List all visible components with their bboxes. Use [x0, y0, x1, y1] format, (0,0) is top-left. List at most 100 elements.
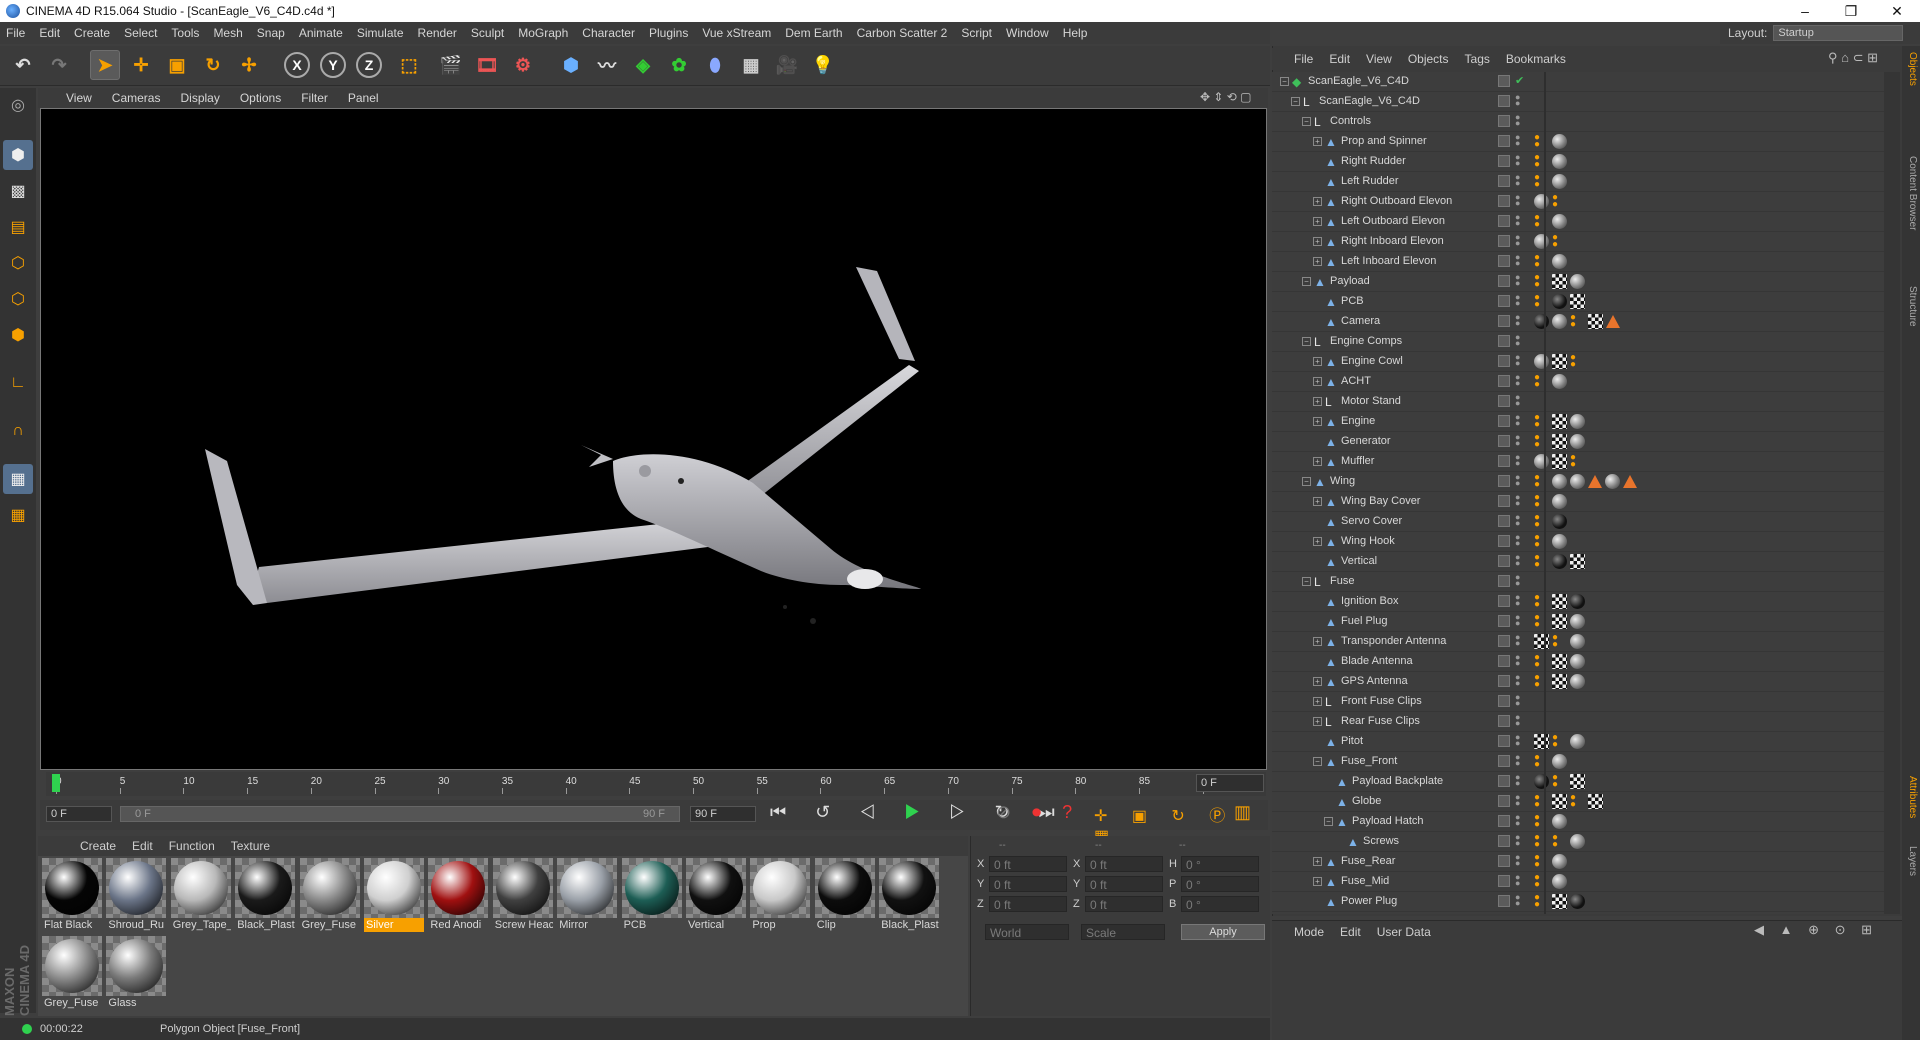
uvw-tag-icon[interactable] — [1570, 294, 1585, 309]
layer-toggle-icon[interactable] — [1498, 195, 1510, 207]
object-name[interactable]: Camera — [1341, 315, 1380, 327]
transform-icon[interactable]: ✢ — [234, 50, 264, 80]
current-frame-field[interactable]: 0 F — [1196, 774, 1264, 792]
object-row[interactable]: + ▲ Transponder Antenna ● ● ● ● — [1272, 632, 1884, 652]
expand-toggle-icon[interactable]: − — [1302, 477, 1311, 486]
object-name[interactable]: Screws — [1363, 835, 1399, 847]
object-row[interactable]: + L Rear Fuse Clips ● ● — [1272, 712, 1884, 732]
object-name[interactable]: Prop and Spinner — [1341, 135, 1427, 147]
visibility-dots-icon[interactable]: ● ● — [1515, 253, 1520, 268]
playhead[interactable] — [52, 774, 60, 792]
material-tag-icon[interactable] — [1552, 214, 1567, 229]
object-name[interactable]: Engine — [1341, 415, 1375, 427]
record-buttons[interactable]: ⊘ ⏺ ? — [996, 802, 1080, 823]
object-row[interactable]: + ▲ Fuse_Mid ● ● ● ● — [1272, 872, 1884, 892]
object-row[interactable]: ▲ Right Rudder ● ● ● ● — [1272, 152, 1884, 172]
menu-simulate[interactable]: Simulate — [357, 26, 404, 40]
object-name[interactable]: Fuse_Mid — [1341, 875, 1389, 887]
material-menu-texture[interactable]: Texture — [231, 839, 270, 853]
edges-mode-icon[interactable]: ⬡ — [3, 284, 33, 314]
layer-toggle-icon[interactable] — [1498, 855, 1510, 867]
uvw-tag-icon[interactable] — [1552, 274, 1567, 289]
object-name[interactable]: Right Rudder — [1341, 155, 1406, 167]
phong-tag-icon[interactable]: ● ● — [1552, 833, 1567, 850]
layer-toggle-icon[interactable] — [1498, 155, 1510, 167]
layer-toggle-icon[interactable] — [1498, 275, 1510, 287]
material-tag-icon[interactable] — [1552, 374, 1567, 389]
object-menu-objects[interactable]: Objects — [1408, 52, 1449, 66]
expand-toggle-icon[interactable]: − — [1302, 277, 1311, 286]
render-view-icon[interactable]: 🎬 — [436, 50, 466, 80]
object-row[interactable]: ▲ Screws ● ● ● ● ● ● — [1272, 832, 1884, 852]
layer-toggle-icon[interactable] — [1498, 335, 1510, 347]
expand-toggle-icon[interactable]: + — [1313, 237, 1322, 246]
object-name[interactable]: Rear Fuse Clips — [1341, 715, 1420, 727]
layer-toggle-icon[interactable] — [1498, 835, 1510, 847]
menu-window[interactable]: Window — [1006, 26, 1049, 40]
coord-value-field[interactable]: 0 ft — [1085, 896, 1163, 912]
material-swatch[interactable]: Screw Heac — [492, 858, 553, 932]
object-name[interactable]: Right Inboard Elevon — [1341, 235, 1444, 247]
layer-toggle-icon[interactable] — [1498, 75, 1510, 87]
layout-dropdown[interactable]: Startup — [1773, 25, 1904, 41]
object-menu-bookmarks[interactable]: Bookmarks — [1506, 52, 1566, 66]
material-swatch[interactable]: Mirror — [557, 858, 618, 932]
snap-magnet-icon[interactable]: ∩ — [3, 416, 33, 446]
object-row[interactable]: ▲ Camera ● ● ● ● — [1272, 312, 1884, 332]
material-tag-icon[interactable] — [1552, 814, 1567, 829]
object-row[interactable]: − L Fuse ● ● — [1272, 572, 1884, 592]
viewport-menu-display[interactable]: Display — [180, 91, 219, 105]
uvw-tag-icon[interactable] — [1552, 614, 1567, 629]
visibility-dots-icon[interactable]: ● ● — [1515, 633, 1520, 648]
object-row[interactable]: ▲ Globe ● ● ● ● ● ● — [1272, 792, 1884, 812]
layer-toggle-icon[interactable] — [1498, 515, 1510, 527]
material-tag-icon[interactable] — [1552, 174, 1567, 189]
object-name[interactable]: Ignition Box — [1341, 595, 1398, 607]
attributes-nav-icons[interactable]: ◀ ▲ ⊕ ⊙ ⊞ — [1754, 922, 1878, 938]
uvw-tag-icon[interactable] — [1552, 454, 1567, 469]
visibility-dots-icon[interactable]: ● ● — [1515, 673, 1520, 688]
material-tag-icon[interactable] — [1570, 274, 1585, 289]
object-row[interactable]: ▲ Servo Cover ● ● ● ● — [1272, 512, 1884, 532]
layer-toggle-icon[interactable] — [1498, 695, 1510, 707]
coordinate-system-icon[interactable]: ⬚ — [394, 50, 424, 80]
object-row[interactable]: − ▲ Fuse_Front ● ● ● ● — [1272, 752, 1884, 772]
object-row[interactable]: + ▲ Muffler ● ● ● ● — [1272, 452, 1884, 472]
object-row[interactable]: + ▲ Left Inboard Elevon ● ● ● ● — [1272, 252, 1884, 272]
visibility-dots-icon[interactable]: ● ● — [1515, 393, 1520, 408]
uvw-tag-icon[interactable] — [1552, 354, 1567, 369]
layer-toggle-icon[interactable] — [1498, 615, 1510, 627]
object-row[interactable]: + ▲ Wing Hook ● ● ● ● — [1272, 532, 1884, 552]
object-name[interactable]: Power Plug — [1341, 895, 1397, 907]
material-swatch[interactable]: Vertical — [686, 858, 746, 932]
layer-toggle-icon[interactable] — [1498, 595, 1510, 607]
warning-tag-icon[interactable] — [1606, 315, 1620, 328]
expand-toggle-icon[interactable]: + — [1313, 217, 1322, 226]
object-row[interactable]: ▲ Vertical ● ● ● ● — [1272, 552, 1884, 572]
expand-toggle-icon[interactable]: + — [1313, 197, 1322, 206]
expand-toggle-icon[interactable]: + — [1313, 137, 1322, 146]
uvw-tag-icon[interactable] — [1552, 594, 1567, 609]
object-row[interactable]: + ▲ Prop and Spinner ● ● ● ● — [1272, 132, 1884, 152]
undo-icon[interactable]: ↶ — [8, 50, 38, 80]
material-tag-icon[interactable] — [1552, 874, 1567, 889]
object-row[interactable]: + L Front Fuse Clips ● ● — [1272, 692, 1884, 712]
close-button[interactable]: ✕ — [1874, 0, 1920, 22]
visibility-dots-icon[interactable]: ● ● — [1515, 873, 1520, 888]
menu-carbon-scatter-2[interactable]: Carbon Scatter 2 — [857, 26, 948, 40]
menu-plugins[interactable]: Plugins — [649, 26, 688, 40]
phong-tag-icon[interactable]: ● ● — [1534, 853, 1549, 870]
warning-tag-icon[interactable] — [1588, 475, 1602, 488]
object-name[interactable]: Wing Bay Cover — [1341, 495, 1420, 507]
expand-toggle-icon[interactable]: + — [1313, 677, 1322, 686]
object-name[interactable]: Globe — [1352, 795, 1381, 807]
rotate-icon[interactable]: ↻ — [198, 50, 228, 80]
material-tag-icon[interactable] — [1570, 894, 1585, 909]
viewport-menu-panel[interactable]: Panel — [348, 91, 379, 105]
phong-tag-icon[interactable]: ● ● — [1534, 253, 1549, 270]
material-swatch[interactable]: Red Anodi — [428, 858, 489, 932]
layer-toggle-icon[interactable] — [1498, 115, 1510, 127]
coord-value-field[interactable]: 0 ° — [1181, 856, 1259, 872]
layer-toggle-icon[interactable] — [1498, 675, 1510, 687]
visibility-dots-icon[interactable]: ● ● — [1515, 773, 1520, 788]
